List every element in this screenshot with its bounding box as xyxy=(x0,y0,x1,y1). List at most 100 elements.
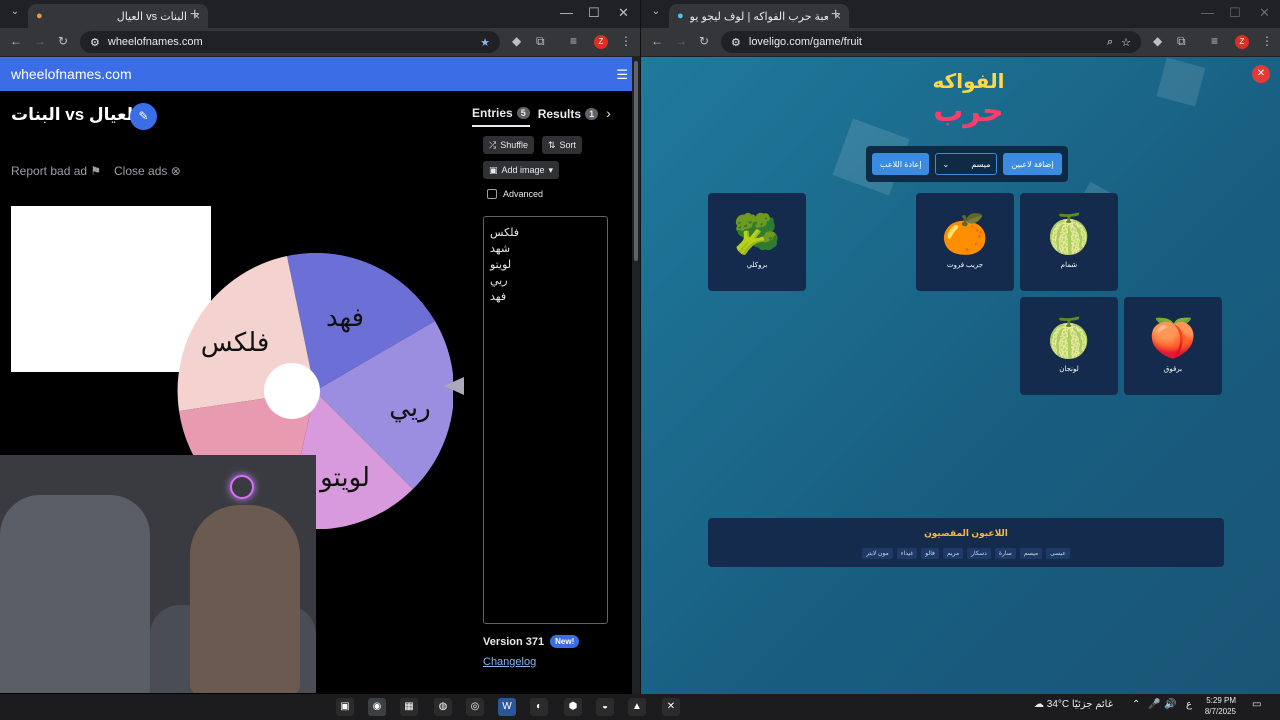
wheel-center[interactable] xyxy=(264,363,320,419)
word-icon[interactable]: W xyxy=(498,698,516,716)
close-ads-label: Close ads xyxy=(114,164,168,178)
grapefruit-icon: 🍊 xyxy=(941,214,989,256)
address-bar[interactable]: ⚙ loveligo.com/game/fruit ⌕ ☆ xyxy=(721,31,1141,53)
new-tab-icon[interactable]: + xyxy=(831,6,840,24)
eliminated-chip: فالو xyxy=(921,548,939,559)
back-icon[interactable]: ← xyxy=(651,34,663,48)
fruit-card-label: جريب فروت xyxy=(946,262,984,269)
profile-avatar[interactable]: Z xyxy=(1235,35,1249,49)
store-icon[interactable]: ▦ xyxy=(400,698,418,716)
scrollbar-thumb[interactable] xyxy=(634,61,638,261)
site-header: wheelofnames.com ☰ xyxy=(0,57,640,91)
entries-textarea[interactable]: فلكس شهد لويتو ريي فهد xyxy=(483,216,608,624)
reload-icon[interactable]: ↻ xyxy=(699,34,709,48)
terminal-icon[interactable]: ✕ xyxy=(662,698,680,716)
notifications-icon[interactable]: ▭ xyxy=(1252,699,1261,710)
logo-main-text: حرب xyxy=(933,95,1004,128)
add-image-button[interactable]: ▣ Add image ▾ xyxy=(483,161,560,179)
tab-search-icon[interactable]: ⌄ xyxy=(6,6,24,22)
add-players-button[interactable]: إضافة لاعبين xyxy=(1003,153,1062,175)
tab-fruit-game[interactable]: ● لعبة حرب الفواكه | لوف ليجو يو... × xyxy=(669,4,849,28)
reset-player-button[interactable]: إعادة اللاعب xyxy=(872,153,930,175)
close-ads-link[interactable]: Close ads ⊗ xyxy=(114,164,181,178)
tab-results[interactable]: Results 1 xyxy=(538,105,599,127)
bookmark-star-icon[interactable]: ★ xyxy=(480,36,490,49)
entries-count-badge: 5 xyxy=(516,107,530,119)
tab-entries-label: Entries xyxy=(472,106,513,120)
fruit-card[interactable]: 🍈 شمام xyxy=(1020,193,1118,291)
media-icon[interactable]: ≡ xyxy=(570,34,577,48)
tab-entries[interactable]: Entries 5 xyxy=(472,105,530,127)
sort-button[interactable]: ⇅ Sort xyxy=(542,136,583,154)
url-text: loveligo.com/game/fruit xyxy=(748,36,862,48)
profile-avatar[interactable]: Z xyxy=(594,35,608,49)
extensions-puzzle-icon[interactable]: ⧉ xyxy=(536,34,545,49)
forward-icon[interactable]: → xyxy=(34,34,46,48)
tab-wheelofnames[interactable]: ● العيال vs البنات × xyxy=(28,4,208,28)
extension-icon[interactable]: ◆ xyxy=(1153,34,1162,48)
favicon-icon: ● xyxy=(677,10,684,22)
tab-search-icon[interactable]: ⌄ xyxy=(647,6,665,22)
eliminated-chip: ميسم xyxy=(1019,548,1043,559)
maximize-icon[interactable]: ☐ xyxy=(588,5,600,21)
eliminated-chip: غيداء xyxy=(896,548,918,559)
close-game-button[interactable]: ✕ xyxy=(1252,65,1270,83)
advanced-checkbox[interactable]: Advanced xyxy=(487,189,543,199)
maximize-icon[interactable]: ☐ xyxy=(1229,5,1241,21)
edit-title-button[interactable]: ✎ xyxy=(130,103,157,130)
show-hidden-icons[interactable]: ⌃ xyxy=(1132,699,1140,710)
brave-icon[interactable]: ▲ xyxy=(628,698,646,716)
shuffle-button[interactable]: ⤮ Shuffle xyxy=(483,136,535,154)
extension-icon[interactable]: ◆ xyxy=(512,34,521,48)
close-window-icon[interactable]: ✕ xyxy=(1259,5,1270,21)
eliminated-chip: سارة xyxy=(994,548,1016,559)
player-select[interactable]: ⌄ ميسم xyxy=(935,153,998,175)
hamburger-menu-icon[interactable]: ☰ xyxy=(616,67,628,83)
chevron-right-icon[interactable]: › xyxy=(606,105,611,127)
app-icon[interactable]: ⬢ xyxy=(564,698,582,716)
checkbox-box[interactable] xyxy=(487,189,497,199)
clock[interactable]: 5:29 PM 8/7/2025 xyxy=(1205,695,1236,717)
page-scrollbar[interactable] xyxy=(632,57,640,694)
minimize-icon[interactable]: — xyxy=(1201,5,1214,20)
volume-icon[interactable]: 🔊 xyxy=(1164,699,1176,710)
app-icon[interactable]: ◍ xyxy=(434,698,452,716)
reload-icon[interactable]: ↻ xyxy=(58,34,68,48)
player-controls: إعادة اللاعب ⌄ ميسم إضافة لاعبين xyxy=(866,146,1068,182)
version-label: Version 371 xyxy=(483,635,545,648)
site-name[interactable]: wheelofnames.com xyxy=(11,66,132,82)
extensions-puzzle-icon[interactable]: ⧉ xyxy=(1177,34,1186,49)
fruit-card[interactable]: 🍈 لونجان xyxy=(1020,297,1118,395)
app-icon[interactable]: ▣ xyxy=(336,698,354,716)
image-icon: ▣ xyxy=(489,164,498,175)
fruit-card[interactable]: 🍑 برقوق xyxy=(1124,297,1222,395)
more-menu-icon[interactable]: ⋮ xyxy=(1261,34,1273,48)
discord-icon[interactable]: ◎ xyxy=(466,698,484,716)
steam-icon[interactable]: ◒ xyxy=(596,698,614,716)
new-tab-icon[interactable]: + xyxy=(190,6,199,24)
weather-widget[interactable]: ☁ 34°C غائم جزئيًا xyxy=(1034,699,1113,710)
changelog-link[interactable]: Changelog xyxy=(483,656,536,668)
report-ad-link[interactable]: Report bad ad ⚑ xyxy=(11,164,101,178)
microphone-icon[interactable]: 🎤 xyxy=(1148,699,1160,710)
site-info-icon[interactable]: ⚙ xyxy=(90,36,100,49)
fruit-card[interactable]: 🍊 جريب فروت xyxy=(916,193,1014,291)
new-badge: New! xyxy=(550,635,580,648)
media-icon[interactable]: ≡ xyxy=(1211,34,1218,48)
firefox-icon[interactable]: ◐ xyxy=(530,698,548,716)
bookmark-star-icon[interactable]: ☆ xyxy=(1121,36,1131,49)
fruit-game-page: الفواكه حرب ✕ إعادة اللاعب ⌄ ميسم إضافة ل… xyxy=(641,57,1280,694)
address-bar[interactable]: ⚙ wheelofnames.com ★ xyxy=(80,31,500,53)
back-icon[interactable]: ← xyxy=(10,34,22,48)
close-window-icon[interactable]: ✕ xyxy=(618,5,629,21)
tab-title: لعبة حرب الفواكه | لوف ليجو يو... xyxy=(689,10,828,23)
site-info-icon[interactable]: ⚙ xyxy=(731,36,741,49)
more-menu-icon[interactable]: ⋮ xyxy=(620,34,632,48)
shuffle-label: Shuffle xyxy=(500,140,529,150)
minimize-icon[interactable]: — xyxy=(560,5,573,20)
chrome-icon[interactable]: ◉ xyxy=(368,698,386,716)
language-indicator[interactable]: ع xyxy=(1186,699,1192,710)
zoom-icon[interactable]: ⌕ xyxy=(1107,36,1113,49)
forward-icon[interactable]: → xyxy=(675,34,687,48)
fruit-card[interactable]: 🥦 بروكلي xyxy=(708,193,806,291)
